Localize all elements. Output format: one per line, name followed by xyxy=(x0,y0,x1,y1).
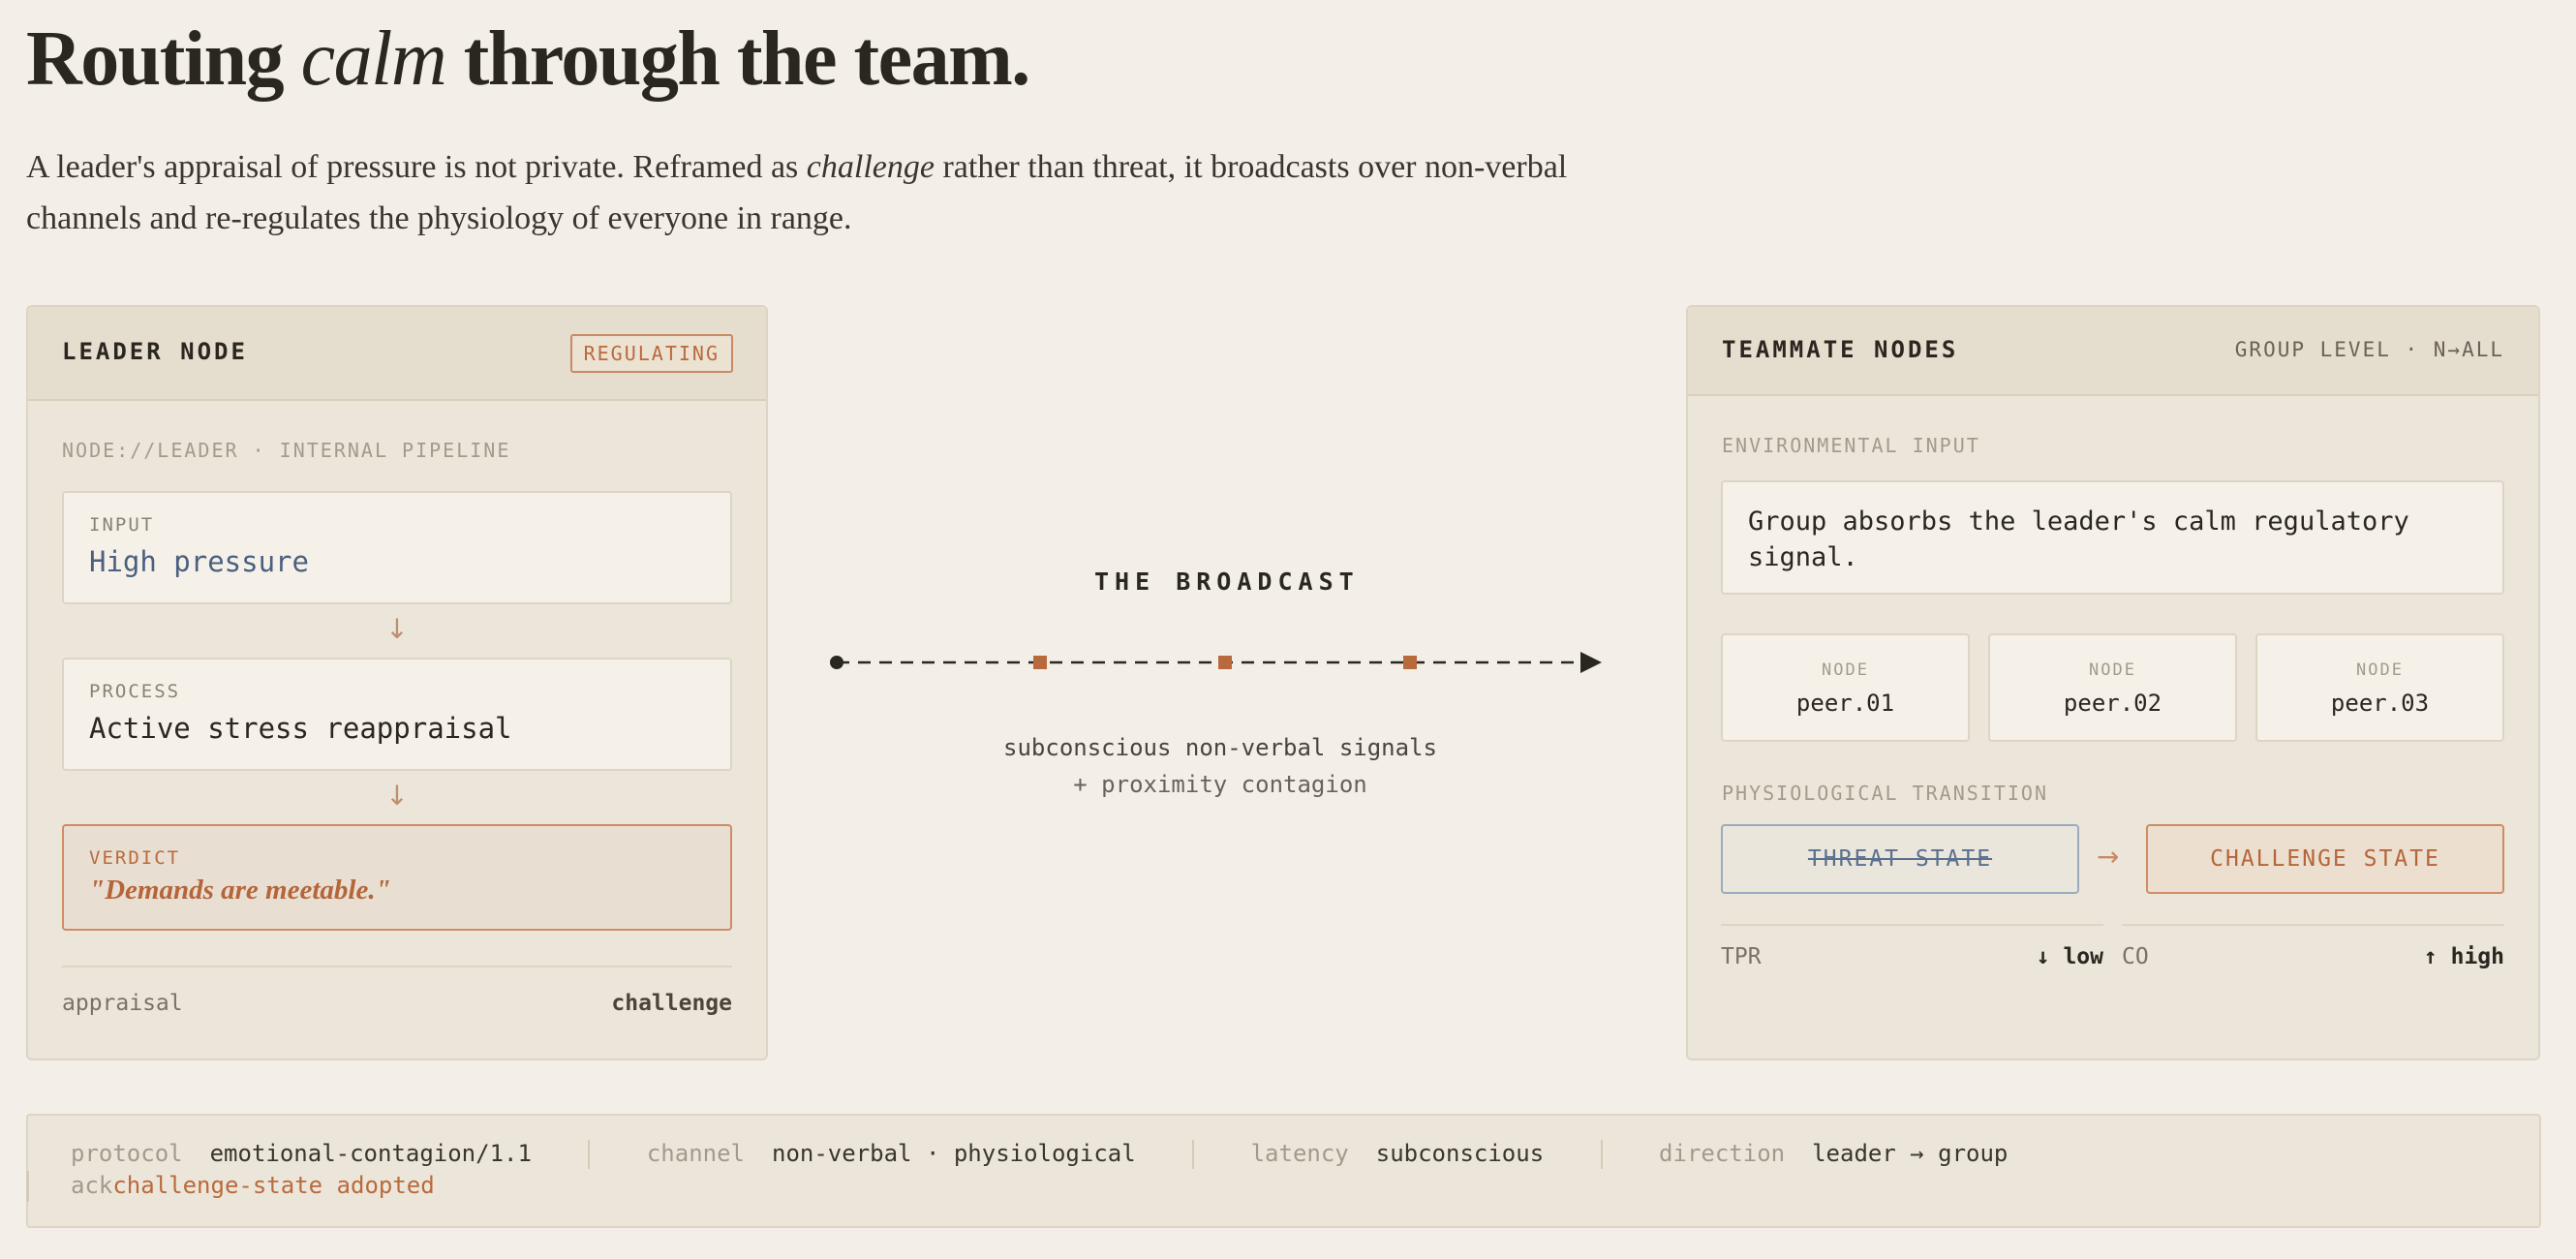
latency-key: latency xyxy=(1250,1140,1349,1167)
process-box: PROCESS Active stress reappraisal xyxy=(62,658,732,771)
leader-path-label: NODE://LEADER · INTERNAL PIPELINE xyxy=(62,439,511,462)
peer-node-1: NODE peer.01 xyxy=(1721,633,1970,742)
verdict-box: VERDICT "Demands are meetable." xyxy=(62,824,732,931)
signal-packet-2 xyxy=(1218,656,1232,669)
channel-value: non-verbal · physiological xyxy=(772,1140,1136,1167)
title-emphasis: calm xyxy=(300,16,447,102)
input-box: INPUT High pressure xyxy=(62,491,732,604)
tpr-value: ↓ low xyxy=(2036,944,2103,969)
protocol-value: emotional-contagion/1.1 xyxy=(209,1140,532,1167)
leader-node-title: LEADER NODE xyxy=(62,338,248,365)
challenge-state-chip: CHALLENGE STATE xyxy=(2146,824,2504,894)
peer-node-id: peer.02 xyxy=(2063,690,2162,717)
peer-node-id: peer.03 xyxy=(2330,690,2430,717)
environmental-input-label: ENVIRONMENTAL INPUT xyxy=(1722,434,1980,457)
threat-state-chip: THREAT STATE xyxy=(1721,824,2079,894)
ack-value: challenge-state adopted xyxy=(112,1172,435,1199)
down-arrow-icon: ↓ xyxy=(385,780,409,812)
protocol-key: protocol xyxy=(71,1140,183,1167)
team-panel-header: TEAMMATE NODES GROUP LEVEL · N→ALL xyxy=(1688,307,2538,396)
peer-node-label: NODE xyxy=(2356,660,2404,680)
broadcast-origin-dot xyxy=(830,656,843,669)
tpr-divider xyxy=(1721,924,2103,926)
ack-key: ack xyxy=(71,1172,113,1199)
signal-packet-1 xyxy=(1033,656,1047,669)
status-caret xyxy=(26,1171,29,1202)
process-value: Active stress reappraisal xyxy=(89,712,512,745)
broadcast-arrowhead xyxy=(1580,652,1602,673)
signal-packet-3 xyxy=(1403,656,1417,669)
process-label: PROCESS xyxy=(89,681,181,702)
regulating-badge: REGULATING xyxy=(569,334,733,373)
transition-arrow-icon: → xyxy=(2097,841,2120,873)
broadcast-label: THE BROADCAST xyxy=(1094,568,1360,596)
separator xyxy=(1600,1140,1603,1169)
channel-key: channel xyxy=(646,1140,745,1167)
input-label: INPUT xyxy=(89,514,155,536)
co-divider xyxy=(2122,924,2504,926)
direction-value: leader → group xyxy=(1812,1140,2009,1167)
protocol-row: protocol emotional-contagion/1.1 channel n… xyxy=(71,1140,2008,1169)
separator xyxy=(588,1140,591,1169)
tpr-label: TPR xyxy=(1721,944,1762,969)
co-label: CO xyxy=(2122,944,2149,969)
teammate-nodes-title: TEAMMATE NODES xyxy=(1722,336,1959,363)
title-pre: Routing xyxy=(26,16,301,102)
peer-node-label: NODE xyxy=(1822,660,1869,680)
lede-emphasis: challenge xyxy=(806,149,935,185)
physiological-transition-label: PHYSIOLOGICAL TRANSITION xyxy=(1722,782,2048,805)
input-value: High pressure xyxy=(89,545,309,578)
broadcast-contagion-text: + proximity contagion xyxy=(1073,771,1367,798)
leader-divider xyxy=(62,966,732,967)
appraisal-value: challenge xyxy=(611,991,732,1016)
peer-node-3: NODE peer.03 xyxy=(2255,633,2504,742)
peer-node-2: NODE peer.02 xyxy=(1988,633,2237,742)
peer-node-label: NODE xyxy=(2089,660,2136,680)
verdict-label: VERDICT xyxy=(89,847,181,869)
group-level-meta: GROUP LEVEL · N→ALL xyxy=(2234,338,2504,361)
broadcast-signals-text: subconscious non-verbal signals xyxy=(1003,734,1437,761)
broadcast-signal-line xyxy=(830,652,1602,673)
page-title: Routing calm through the team. xyxy=(26,15,1031,104)
lede-pre: A leader's appraisal of pressure is not … xyxy=(26,149,807,185)
down-arrow-icon: ↓ xyxy=(385,613,409,645)
peer-node-id: peer.01 xyxy=(1795,690,1895,717)
latency-value: subconscious xyxy=(1375,1140,1545,1167)
leader-panel-header: LEADER NODE REGULATING xyxy=(28,307,766,401)
intro-paragraph: A leader's appraisal of pressure is not … xyxy=(26,141,1634,244)
environmental-input-box: Group absorbs the leader's calm regulato… xyxy=(1721,480,2504,595)
separator xyxy=(1192,1140,1195,1169)
title-post: through the team. xyxy=(445,16,1031,102)
protocol-status-bar: protocol emotional-contagion/1.1 channel n… xyxy=(26,1114,2541,1228)
ack-row: ackchallenge-state adopted xyxy=(71,1172,435,1199)
direction-key: direction xyxy=(1659,1140,1786,1167)
appraisal-label: appraisal xyxy=(62,991,183,1016)
verdict-value: "Demands are meetable." xyxy=(89,875,391,906)
leader-node-panel: LEADER NODE REGULATING NODE://LEADER · I… xyxy=(26,305,768,1060)
co-value: ↑ high xyxy=(2423,944,2504,969)
